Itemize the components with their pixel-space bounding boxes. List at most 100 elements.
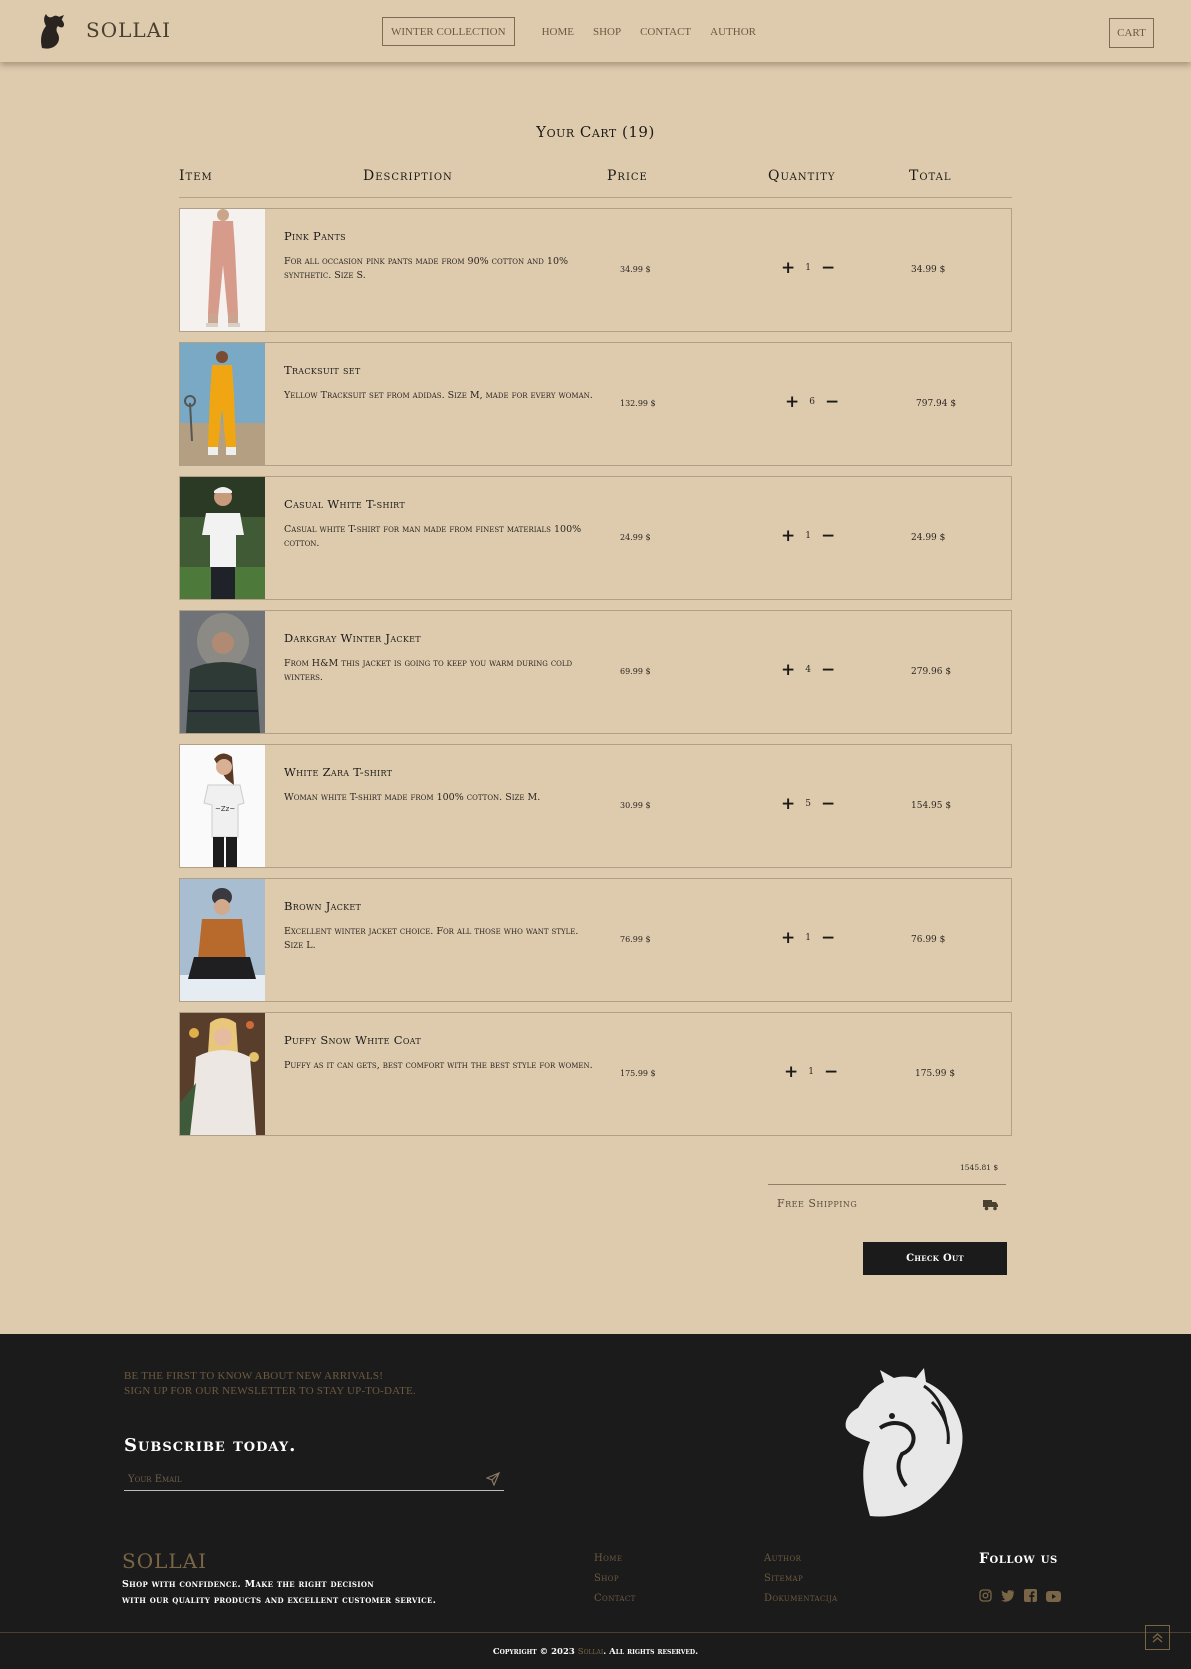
product-image-white-zara-tshirt[interactable]: ~Zz~ — [180, 745, 265, 867]
footer-divider — [0, 1632, 1191, 1633]
item-name: Pink Pants — [284, 229, 346, 243]
item-name: Darkgray Winter Jacket — [284, 631, 421, 645]
quantity-stepper: + 1 − — [781, 929, 835, 947]
quantity-value: 1 — [808, 1067, 814, 1077]
scroll-to-top-button[interactable] — [1145, 1625, 1170, 1650]
item-description: Yellow Tracksuit set from adidas. Size M… — [284, 390, 593, 401]
plus-button[interactable]: + — [784, 1063, 798, 1081]
quantity-value: 1 — [805, 933, 811, 943]
footer-brand[interactable]: SOLLAI — [122, 1549, 207, 1573]
follow-title: Follow us — [979, 1551, 1058, 1567]
product-image-pink-pants[interactable] — [180, 209, 265, 331]
plus-button[interactable]: + — [781, 527, 795, 545]
quantity-stepper: + 1 − — [781, 259, 835, 277]
brand-name[interactable]: SOLLAI — [86, 18, 171, 42]
product-image-tracksuit[interactable] — [180, 343, 265, 465]
minus-button[interactable]: − — [821, 929, 835, 947]
item-total: 76.99 $ — [911, 935, 946, 945]
item-total: 175.99 $ — [915, 1069, 956, 1079]
checkout-button[interactable]: Check Out — [863, 1242, 1007, 1275]
horse-logo-icon — [840, 1368, 970, 1522]
column-item: Item — [179, 168, 213, 184]
newsletter-line-2: SIGN UP FOR OUR NEWSLETTER TO STAY UP-TO… — [124, 1385, 416, 1397]
copyright-brand[interactable]: Sollai — [578, 1647, 603, 1657]
minus-button[interactable]: − — [821, 661, 835, 679]
plus-button[interactable]: + — [781, 259, 795, 277]
item-price: 132.99 $ — [620, 399, 656, 408]
nav-contact[interactable]: CONTACT — [640, 25, 691, 39]
item-name: White Zara T-shirt — [284, 765, 393, 779]
minus-button[interactable]: − — [824, 1063, 838, 1081]
product-image-casual-white-tshirt[interactable] — [180, 477, 265, 599]
plus-button[interactable]: + — [781, 929, 795, 947]
summary-divider — [768, 1184, 1006, 1185]
footer-link-author[interactable]: Author — [764, 1553, 801, 1564]
quantity-stepper: + 5 − — [781, 795, 835, 813]
nav-winter-collection[interactable]: WINTER COLLECTION — [382, 17, 515, 46]
header-divider — [179, 197, 1012, 198]
copyright: Copyright © 2023 Sollai. All rights rese… — [0, 1647, 1191, 1657]
item-price: 30.99 $ — [620, 801, 651, 810]
item-name: Tracksuit set — [284, 363, 361, 377]
cart-button[interactable]: CART — [1109, 18, 1154, 48]
item-total: 279.96 $ — [911, 667, 952, 677]
item-price: 24.99 $ — [620, 533, 651, 542]
copyright-prefix: Copyright © 2023 — [492, 1647, 575, 1657]
product-image-darkgray-winter-jacket[interactable] — [180, 611, 265, 733]
minus-button[interactable]: − — [821, 527, 835, 545]
plus-button[interactable]: + — [781, 661, 795, 679]
shipping-label: Free Shipping — [777, 1197, 858, 1210]
nav-author[interactable]: AUTHOR — [710, 25, 756, 39]
minus-button[interactable]: − — [821, 795, 835, 813]
item-price: 175.99 $ — [620, 1069, 656, 1078]
item-description: Woman white T-shirt made from 100% cotto… — [284, 792, 541, 803]
twitter-icon[interactable] — [1001, 1587, 1015, 1606]
subscribe-title: Subscribe today. — [124, 1435, 297, 1456]
quantity-value: 5 — [805, 799, 811, 809]
plus-button[interactable]: + — [781, 795, 795, 813]
item-total: 34.99 $ — [911, 265, 946, 275]
item-description: Casual white T-shirt for man made from f… — [284, 524, 582, 549]
item-description: From H&M this jacket is going to keep yo… — [284, 658, 573, 683]
truck-icon — [983, 1196, 999, 1215]
double-chevron-up-icon — [1152, 1633, 1163, 1643]
quantity-stepper: + 6 − — [785, 393, 839, 411]
column-price: Price — [607, 168, 648, 184]
send-icon[interactable] — [485, 1471, 501, 1490]
product-image-puffy-snow-white-coat[interactable] — [180, 1013, 265, 1135]
nav-shop[interactable]: SHOP — [593, 25, 621, 39]
copyright-suffix: . All rights reserved. — [603, 1647, 699, 1657]
cart-row: Tracksuit set Yellow Tracksuit set from … — [179, 342, 1012, 466]
column-total: Total — [909, 168, 952, 184]
nav-home[interactable]: HOME — [542, 25, 574, 39]
item-name: Puffy Snow White Coat — [284, 1033, 421, 1047]
quantity-value: 6 — [809, 397, 815, 407]
minus-button[interactable]: − — [825, 393, 839, 411]
minus-button[interactable]: − — [821, 259, 835, 277]
cart-row: ~Zz~ White Zara T-shirt Woman white T-sh… — [179, 744, 1012, 868]
facebook-icon[interactable] — [1024, 1587, 1037, 1606]
cart-row: Casual White T-shirt Casual white T-shir… — [179, 476, 1012, 600]
social-links — [979, 1587, 1070, 1606]
item-price: 34.99 $ — [620, 265, 651, 274]
quantity-stepper: + 4 − — [781, 661, 835, 679]
column-quantity: Quantity — [768, 168, 836, 184]
plus-button[interactable]: + — [785, 393, 799, 411]
newsletter-line-1: BE THE FIRST TO KNOW ABOUT NEW ARRIVALS! — [124, 1370, 384, 1382]
footer-link-dokumentacija[interactable]: Dokumentacija — [764, 1593, 838, 1604]
footer-link-sitemap[interactable]: Sitemap — [764, 1573, 803, 1584]
product-image-brown-jacket[interactable] — [180, 879, 265, 1001]
instagram-icon[interactable] — [979, 1587, 992, 1606]
footer-link-contact[interactable]: Contact — [594, 1593, 636, 1604]
site-footer: BE THE FIRST TO KNOW ABOUT NEW ARRIVALS!… — [0, 1334, 1191, 1669]
footer-link-home[interactable]: Home — [594, 1553, 622, 1564]
item-price: 69.99 $ — [620, 667, 651, 676]
quantity-stepper: + 1 − — [781, 527, 835, 545]
cart-row: Darkgray Winter Jacket From H&M this jac… — [179, 610, 1012, 734]
email-input[interactable] — [124, 1469, 504, 1491]
svg-text:~Zz~: ~Zz~ — [215, 805, 235, 813]
youtube-icon[interactable] — [1046, 1587, 1061, 1606]
cart-title: Your Cart (19) — [536, 123, 655, 141]
horse-logo-icon[interactable] — [34, 12, 68, 50]
footer-link-shop[interactable]: Shop — [594, 1573, 619, 1584]
